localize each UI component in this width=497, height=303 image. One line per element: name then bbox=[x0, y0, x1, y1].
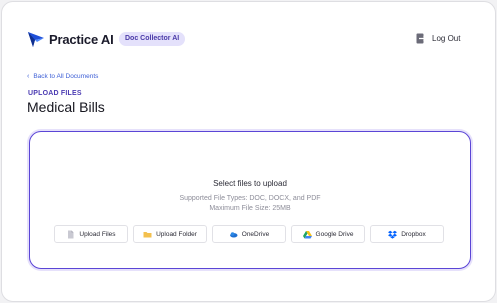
logout-label: Log Out bbox=[432, 34, 461, 43]
section-label: UPLOAD FILES bbox=[28, 90, 82, 97]
dropbox-icon bbox=[388, 230, 398, 239]
upload-files-label: Upload Files bbox=[79, 230, 116, 238]
google-drive-label: Google Drive bbox=[315, 230, 354, 238]
onedrive-icon bbox=[229, 230, 238, 239]
upload-files-button[interactable]: Upload Files bbox=[54, 225, 128, 243]
brand-logo[interactable]: Practice AI bbox=[26, 29, 114, 49]
google-drive-button[interactable]: Google Drive bbox=[291, 225, 365, 243]
back-to-documents-link[interactable]: ‹ Back to All Documents bbox=[27, 73, 98, 80]
file-dropzone[interactable]: Select files to upload Supported File Ty… bbox=[29, 131, 471, 269]
dropbox-button[interactable]: Dropbox bbox=[370, 225, 444, 243]
folder-icon bbox=[143, 230, 152, 239]
supported-file-types: Supported File Types: DOC, DOCX, and PDF bbox=[179, 195, 321, 202]
logout-button[interactable]: Log Out bbox=[416, 33, 460, 44]
main-card: Practice AI Doc Collector AI Log Out ‹ B… bbox=[1, 1, 496, 302]
page-title: Medical Bills bbox=[27, 99, 105, 115]
upload-sources: Upload Files Upload Folder OneDrive Goog… bbox=[54, 225, 449, 243]
chevron-left-icon: ‹ bbox=[27, 73, 30, 80]
brand-name: Practice AI bbox=[49, 31, 114, 47]
practice-ai-logo-icon bbox=[28, 32, 44, 47]
onedrive-label: OneDrive bbox=[241, 230, 270, 238]
logout-icon bbox=[416, 33, 426, 44]
google-drive-icon bbox=[302, 230, 312, 239]
dropzone-title: Select files to upload bbox=[213, 179, 287, 188]
upload-folder-label: Upload Folder bbox=[156, 230, 197, 238]
upload-folder-button[interactable]: Upload Folder bbox=[133, 225, 207, 243]
dropbox-label: Dropbox bbox=[401, 230, 426, 238]
file-icon bbox=[66, 230, 75, 239]
max-file-size: Maximum File Size: 25MB bbox=[209, 205, 291, 212]
onedrive-button[interactable]: OneDrive bbox=[212, 225, 286, 243]
product-badge: Doc Collector AI bbox=[119, 32, 186, 46]
back-link-label: Back to All Documents bbox=[33, 73, 99, 80]
